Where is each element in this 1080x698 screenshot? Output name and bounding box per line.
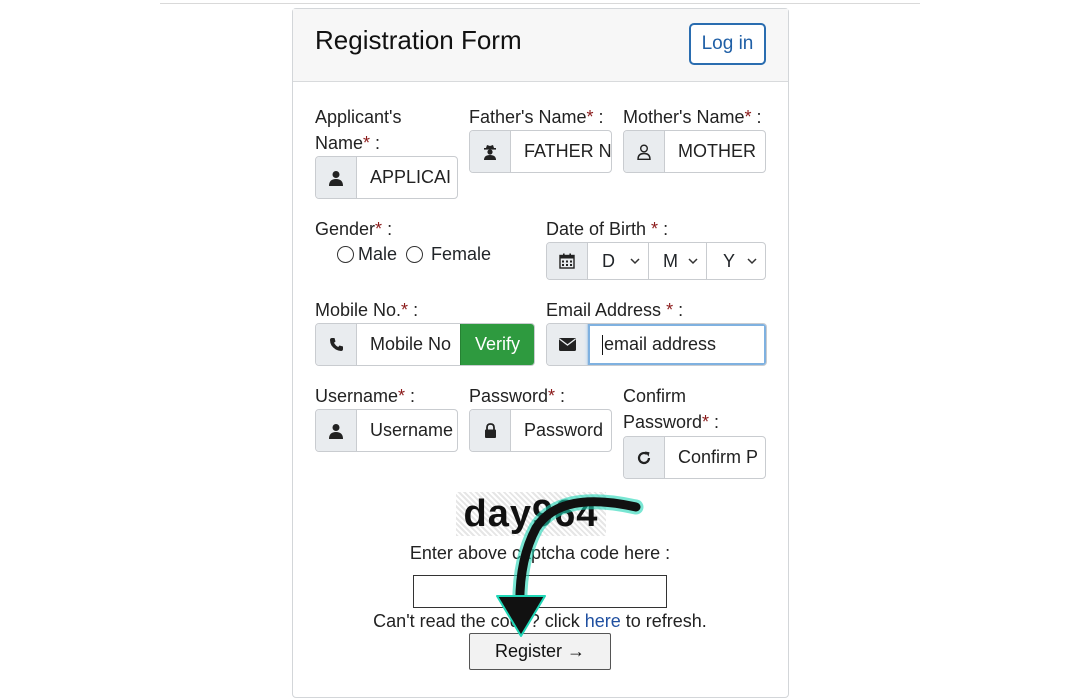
father-name-value[interactable]: FATHER N bbox=[511, 131, 611, 172]
radio-circle[interactable] bbox=[406, 246, 423, 263]
user-secret-icon bbox=[470, 131, 511, 172]
lock-icon bbox=[470, 410, 511, 451]
username-label: Username* : bbox=[315, 386, 416, 406]
dob-input-group: D M Y bbox=[546, 242, 766, 280]
username-input-group: Username bbox=[315, 409, 458, 452]
user-icon bbox=[316, 157, 357, 198]
gender-female-radio[interactable]: Female bbox=[406, 244, 491, 265]
dob-label: Date of Birth * : bbox=[546, 219, 669, 239]
top-divider bbox=[160, 3, 920, 4]
father-name-label: Father's Name* : bbox=[469, 107, 604, 127]
calendar-icon bbox=[547, 243, 588, 279]
mother-name-value[interactable]: MOTHER bbox=[665, 131, 765, 172]
text-cursor bbox=[602, 334, 603, 355]
applicant-name-label: Applicant's Name* : bbox=[315, 107, 402, 153]
gender-label: Gender* : bbox=[315, 219, 393, 239]
password-label: Password* : bbox=[469, 386, 566, 406]
confirm-password-input[interactable]: Confirm P bbox=[665, 437, 765, 478]
email-label: Email Address * : bbox=[546, 300, 684, 320]
dob-year-select[interactable]: Y bbox=[706, 243, 765, 279]
user-outline-icon bbox=[624, 131, 665, 172]
mobile-input[interactable]: Mobile No bbox=[357, 324, 460, 365]
radio-circle[interactable] bbox=[337, 246, 354, 263]
applicant-name-value[interactable]: APPLICAI bbox=[357, 157, 457, 198]
register-button[interactable]: Register → bbox=[469, 633, 611, 670]
confirm-password-input-group: Confirm P bbox=[623, 436, 766, 479]
captcha-image: day964 bbox=[456, 492, 606, 536]
captcha-prompt: Enter above captcha code here : bbox=[409, 543, 671, 563]
email-input-group: email address bbox=[546, 323, 767, 366]
applicant-name-input[interactable]: APPLICAI bbox=[315, 156, 458, 199]
confirm-password-label: Confirm Password* : bbox=[623, 386, 720, 432]
verify-button[interactable]: Verify bbox=[460, 324, 534, 365]
dob-month-select[interactable]: M bbox=[648, 243, 706, 279]
page-title: Registration Form bbox=[315, 25, 522, 55]
phone-icon bbox=[316, 324, 357, 365]
captcha-input[interactable] bbox=[413, 575, 667, 608]
login-button[interactable]: Log in bbox=[689, 23, 766, 65]
username-input[interactable]: Username bbox=[357, 410, 457, 451]
envelope-icon bbox=[547, 324, 588, 365]
gender-male-radio[interactable]: Male bbox=[337, 244, 397, 265]
chevron-down-icon bbox=[630, 257, 640, 264]
father-name-input[interactable]: FATHER N bbox=[469, 130, 612, 173]
mother-name-label: Mother's Name* : bbox=[623, 107, 762, 127]
mobile-label: Mobile No.* : bbox=[315, 300, 419, 320]
chevron-down-icon bbox=[747, 257, 757, 264]
user-icon bbox=[316, 410, 357, 451]
password-input-group: Password bbox=[469, 409, 612, 452]
captcha-refresh-text: Can't read the code? click here to refre… bbox=[373, 611, 707, 631]
refresh-icon bbox=[624, 437, 665, 478]
dob-day-select[interactable]: D bbox=[588, 243, 648, 279]
mother-name-input[interactable]: MOTHER bbox=[623, 130, 766, 173]
mobile-input-group: Mobile No Verify bbox=[315, 323, 535, 366]
email-input[interactable]: email address bbox=[588, 324, 766, 365]
card-header: Registration Form Log in bbox=[293, 9, 788, 82]
refresh-link[interactable]: here bbox=[585, 611, 621, 631]
chevron-down-icon bbox=[688, 257, 698, 264]
password-input[interactable]: Password bbox=[511, 410, 611, 451]
